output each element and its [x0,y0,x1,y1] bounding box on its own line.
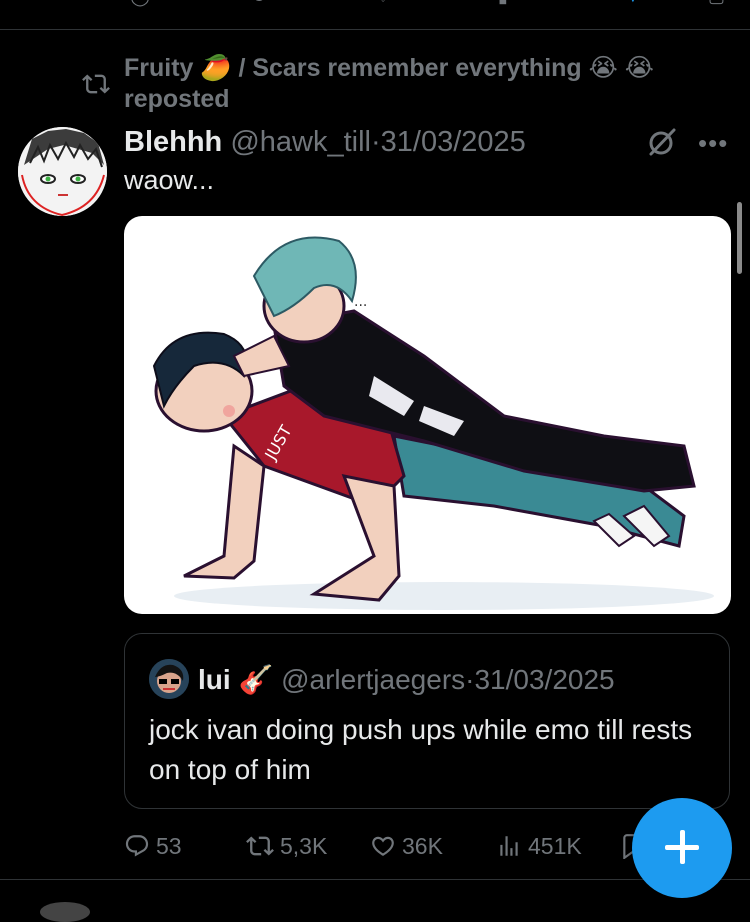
avatar-illustration [18,127,107,216]
like-icon [372,836,394,856]
tweet-header: Blehhh @hawk_till·31/03/2025 [124,124,526,160]
like-count: 36K [402,832,443,859]
svg-text:...: ... [354,294,367,310]
quote-text: jock ivan doing push ups while emo till … [149,714,693,785]
tweet-media-image[interactable]: JUST ... [124,216,731,614]
divider [0,879,750,880]
quote-avatar-illustration [149,659,189,699]
repost-action-icon [246,836,274,856]
reply-count: 53 [156,832,182,859]
quote-author-name[interactable]: lui 🎸 [198,664,273,695]
illustration: JUST ... [152,236,714,610]
scrollbar[interactable] [737,202,742,274]
quote-author-avatar[interactable] [149,659,189,699]
share-icon[interactable]: ▢ [708,0,725,7]
views-button[interactable]: 451K [496,828,582,864]
quote-author-handle[interactable]: @arlertjaegers [281,664,465,695]
like-icon[interactable]: ♡ [375,0,391,7]
compose-button[interactable] [632,798,732,898]
like-button[interactable]: 36K [370,828,443,864]
repost-banner[interactable]: Fruity 🥭 / Scars remember everything 😭 😭… [124,53,684,115]
quote-header: lui 🎸 @arlertjaegers·31/03/2025 [198,662,615,698]
author-name[interactable]: Blehhh [124,126,222,158]
author-handle[interactable]: @hawk_till [230,126,371,158]
bookmark-icon[interactable]: ▼ [624,0,642,7]
repost-icon [82,74,110,94]
more-options-icon[interactable]: ••• [698,128,728,159]
repost-button[interactable]: 5,3K [246,828,327,864]
next-tweet-avatar[interactable] [40,902,90,922]
repost-count: 5,3K [280,832,328,859]
reply-icon[interactable]: ◯ [130,0,150,7]
quote-date[interactable]: 31/03/2025 [474,664,614,695]
reply-icon [125,835,149,857]
views-icon [500,836,518,856]
quoted-tweet[interactable]: lui 🎸 @arlertjaegers·31/03/2025 jock iva… [124,633,730,809]
separator-dot: · [371,126,381,158]
tweet-date[interactable]: 31/03/2025 [381,126,526,158]
divider [0,29,750,30]
avatar[interactable] [18,127,107,216]
views-count: 451K [528,832,582,859]
views-icon[interactable]: ▮ [498,0,508,7]
reply-button[interactable]: 53 [124,828,182,864]
repost-icon[interactable]: ⟲ [250,0,265,7]
grok-icon[interactable] [646,126,678,158]
previous-tweet-actions: ◯ ⟲ ♡ ▮ ▼ ▢ [0,0,750,6]
tweet-text: waow... [124,165,215,195]
plus-icon-vertical [680,830,685,864]
